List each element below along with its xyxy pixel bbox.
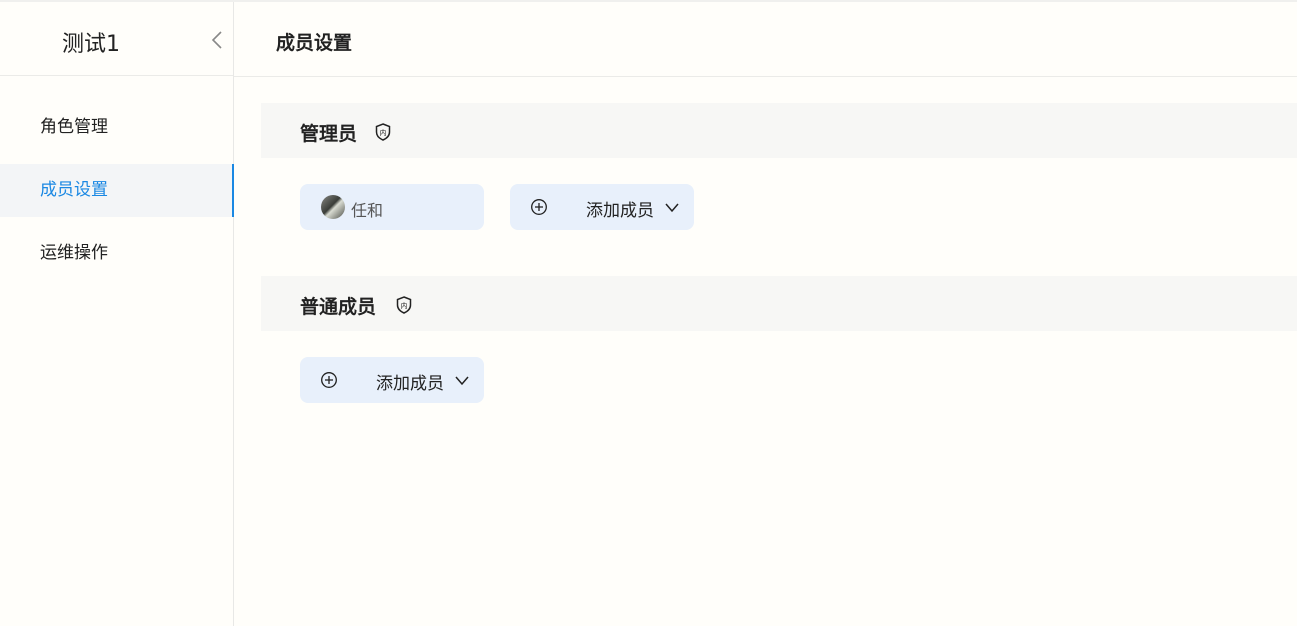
plus-circle-icon: [531, 199, 547, 215]
section-admin-header: 管理员 内: [261, 103, 1297, 158]
main-header: 成员设置: [234, 2, 1297, 77]
sidebar: 测试1 角色管理 成员设置 运维操作: [0, 2, 234, 626]
chevron-down-icon: [665, 203, 679, 213]
chevron-left-icon: [211, 31, 222, 49]
member-name: 任和: [351, 201, 384, 220]
app-title: 测试1: [62, 32, 120, 57]
sidebar-item-ops[interactable]: 运维操作: [0, 227, 233, 280]
section-title: 普通成员: [300, 296, 377, 318]
chevron-down-icon: [455, 376, 469, 386]
section-member-header: 普通成员 内: [261, 276, 1297, 331]
collapse-sidebar-button[interactable]: [207, 27, 227, 53]
sidebar-item-role-management[interactable]: 角色管理: [0, 101, 233, 154]
sidebar-header: 测试1: [0, 2, 233, 76]
plus-circle-icon: [321, 372, 337, 388]
sidebar-item-member-settings[interactable]: 成员设置: [0, 164, 234, 217]
shield-nei-icon: 内: [396, 296, 412, 314]
main-content: 成员设置 管理员 内 任和 添加成员 普通成员 内 添加成员: [234, 2, 1297, 626]
add-admin-button[interactable]: 添加成员: [510, 184, 694, 230]
avatar: [321, 195, 345, 219]
add-member-label: 添加成员: [586, 201, 654, 221]
svg-text:内: 内: [380, 128, 387, 137]
member-chip[interactable]: 任和: [300, 184, 484, 230]
sidebar-nav: 角色管理 成员设置 运维操作: [0, 101, 234, 290]
add-member-label: 添加成员: [376, 374, 444, 394]
page-title: 成员设置: [276, 32, 353, 54]
svg-text:内: 内: [401, 301, 408, 310]
shield-nei-icon: 内: [375, 123, 391, 141]
section-title: 管理员: [300, 123, 358, 145]
add-member-button[interactable]: 添加成员: [300, 357, 484, 403]
